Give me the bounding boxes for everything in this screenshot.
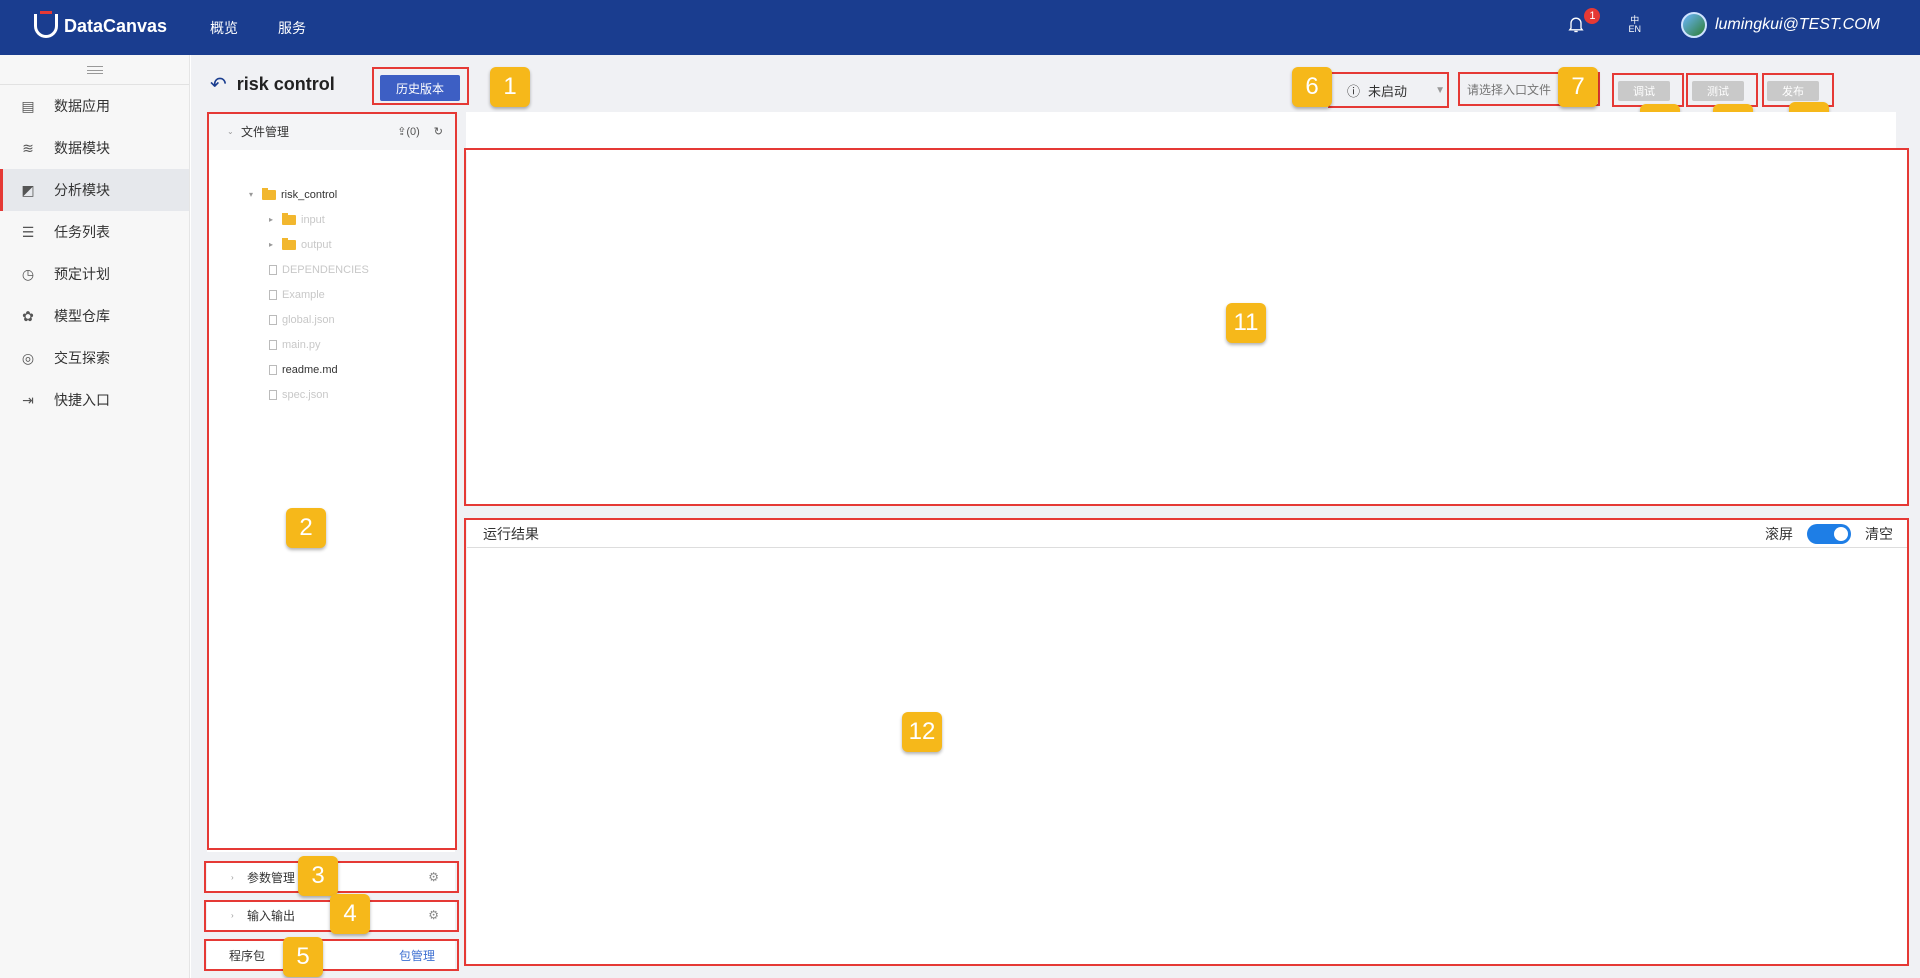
user-menu[interactable]: lumingkui@TEST.COM	[1680, 12, 1880, 38]
page-header: ↶ risk control	[210, 72, 335, 97]
top-nav: 概览 服务	[210, 18, 306, 38]
avatar	[1680, 12, 1707, 38]
highlight-box-8	[1612, 73, 1684, 107]
annotation-marker-6: 6	[1292, 67, 1332, 107]
layers-icon: ≋	[22, 140, 34, 156]
annotation-marker-1: 1	[490, 67, 530, 107]
highlight-box-6	[1328, 72, 1449, 108]
sidebar-item-label: 交互探索	[54, 350, 110, 366]
highlight-box-12	[464, 518, 1909, 966]
menu-toggle[interactable]	[0, 55, 189, 85]
annotation-marker-2: 2	[286, 508, 326, 548]
lang-en: EN	[1628, 24, 1641, 34]
sidebar-item-shortcut[interactable]: ⇥ 快捷入口	[0, 379, 189, 421]
hamburger-icon	[86, 65, 103, 74]
sidebar-item-data-app[interactable]: ▤ 数据应用	[0, 85, 189, 127]
nav-services[interactable]: 服务	[278, 18, 306, 38]
logo[interactable]: DataCanvas	[34, 11, 168, 38]
annotation-marker-11: 11	[1226, 303, 1266, 343]
annotation-marker-7: 7	[1558, 67, 1598, 107]
language-switch[interactable]: 中 EN	[1628, 16, 1641, 34]
sidebar-item-analysis[interactable]: ◩ 分析模块	[0, 169, 189, 211]
sidebar-item-label: 数据模块	[54, 140, 110, 156]
shortcut-icon: ⇥	[22, 392, 34, 408]
data-app-icon: ▤	[21, 98, 35, 114]
highlight-box-5	[204, 939, 459, 971]
annotation-marker-4: 4	[330, 894, 370, 934]
top-bar: DataCanvas 概览 服务 1 中 EN lumingkui@TEST.C…	[0, 0, 1920, 55]
highlight-box-9	[1686, 73, 1758, 107]
explore-icon: ◎	[21, 350, 35, 366]
notification-badge: 1	[1584, 8, 1601, 24]
sidebar-item-schedule[interactable]: ◷ 预定计划	[0, 253, 189, 295]
editor-tabs	[466, 112, 1896, 152]
highlight-box-1	[372, 67, 469, 105]
schedule-icon: ◷	[21, 266, 35, 282]
sidebar-item-explore[interactable]: ◎ 交互探索	[0, 337, 189, 379]
sidebar-item-label: 快捷入口	[54, 392, 110, 408]
task-list-icon: ☰	[21, 224, 35, 240]
highlight-box-2	[207, 112, 457, 850]
user-name: lumingkui@TEST.COM	[1714, 16, 1880, 33]
bell-icon	[1568, 17, 1585, 33]
back-icon[interactable]: ↶	[210, 72, 227, 97]
sidebar-item-data-module[interactable]: ≋ 数据模块	[0, 127, 189, 169]
sidebar-item-tasks[interactable]: ☰ 任务列表	[0, 211, 189, 253]
model-repo-icon: ✿	[22, 308, 34, 324]
annotation-marker-3: 3	[298, 856, 338, 896]
highlight-box-11	[464, 148, 1909, 506]
annotation-marker-5: 5	[283, 937, 323, 977]
top-right: 1 中 EN lumingkui@TEST.COM	[1566, 8, 1880, 38]
notification-bell[interactable]: 1	[1566, 8, 1601, 36]
logo-icon	[34, 11, 58, 38]
sidebar-item-label: 模型仓库	[54, 308, 110, 324]
sidebar-item-models[interactable]: ✿ 模型仓库	[0, 295, 189, 337]
annotation-marker-12: 12	[902, 712, 942, 752]
page-title: risk control	[236, 74, 335, 94]
sidebar-item-label: 预定计划	[54, 266, 110, 282]
sidebar-item-label: 数据应用	[54, 98, 110, 114]
sidebar-item-label: 任务列表	[54, 224, 110, 240]
logo-text: DataCanvas	[64, 15, 168, 36]
nav-overview[interactable]: 概览	[210, 18, 238, 38]
sidebar-item-label: 分析模块	[54, 182, 110, 198]
analysis-icon: ◩	[21, 182, 35, 198]
sidebar: ▤ 数据应用 ≋ 数据模块 ◩ 分析模块 ☰ 任务列表 ◷ 预定计划 ✿ 模型仓库 ◎ 交互探…	[0, 55, 190, 978]
